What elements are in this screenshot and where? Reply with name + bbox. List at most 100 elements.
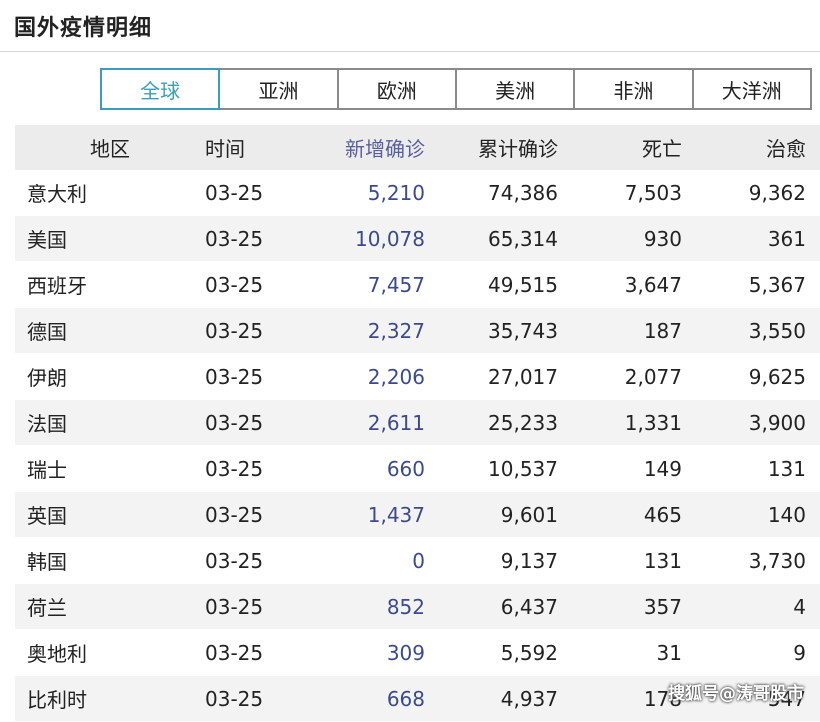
- cell-new-confirmed: 852: [386, 594, 425, 619]
- tab-oceania[interactable]: 大洋洲: [691, 68, 812, 110]
- table-row[interactable]: 奥地利 03-25 309 5,592 31 9: [15, 629, 820, 676]
- cell-deaths: 7,503: [624, 180, 682, 205]
- cell-total-confirmed: 9,601: [500, 502, 558, 527]
- cell-deaths: 187: [643, 318, 682, 343]
- cell-total-confirmed: 6,437: [500, 594, 558, 619]
- cell-recovered: 361: [767, 226, 806, 251]
- cell-new-confirmed: 10,078: [355, 226, 425, 251]
- table-row[interactable]: 伊朗 03-25 2,206 27,017 2,077 9,625: [15, 353, 820, 400]
- cell-deaths: 465: [643, 502, 682, 527]
- cell-region: 比利时: [27, 688, 87, 712]
- table-row[interactable]: 法国 03-25 2,611 25,233 1,331 3,900: [15, 399, 820, 446]
- cell-time: 03-25: [205, 640, 264, 665]
- cell-total-confirmed: 65,314: [488, 226, 558, 251]
- tab-europe[interactable]: 欧洲: [336, 68, 457, 110]
- cell-total-confirmed: 49,515: [488, 272, 558, 297]
- cell-region: 伊朗: [27, 366, 67, 390]
- cell-total-confirmed: 10,537: [488, 456, 558, 481]
- cell-region: 法国: [27, 412, 67, 436]
- tab-global[interactable]: 全球: [100, 68, 221, 110]
- cell-region: 西班牙: [27, 274, 87, 298]
- cell-recovered: 9,625: [748, 364, 806, 389]
- table-header-row: 地区 时间 新增确诊 累计确诊 死亡 治愈: [15, 125, 820, 170]
- cell-new-confirmed: 7,457: [367, 272, 425, 297]
- header-total-confirmed[interactable]: 累计确诊: [425, 125, 558, 170]
- cell-region: 荷兰: [27, 596, 67, 620]
- cell-total-confirmed: 4,937: [500, 686, 558, 711]
- epidemic-table: 地区 时间 新增确诊 累计确诊 死亡 治愈 意大利 03-25 5,210 74,38…: [15, 125, 820, 722]
- cell-recovered: 140: [767, 502, 806, 527]
- table-row[interactable]: 瑞士 03-25 660 10,537 149 131: [15, 445, 820, 492]
- title-bar: 国外疫情明细: [0, 0, 820, 52]
- tab-asia[interactable]: 亚洲: [218, 68, 339, 110]
- cell-time: 03-25: [205, 180, 264, 205]
- table-row[interactable]: 韩国 03-25 0 9,137 131 3,730: [15, 537, 820, 584]
- cell-new-confirmed: 5,210: [367, 180, 425, 205]
- cell-recovered: 9: [793, 640, 806, 665]
- header-region[interactable]: 地区: [15, 125, 205, 170]
- cell-time: 03-25: [205, 272, 264, 297]
- cell-time: 03-25: [205, 318, 264, 343]
- cell-time: 03-25: [205, 226, 264, 251]
- cell-time: 03-25: [205, 594, 264, 619]
- cell-time: 03-25: [205, 410, 264, 435]
- cell-deaths: 131: [643, 548, 682, 573]
- cell-region: 奥地利: [27, 642, 87, 666]
- cell-deaths: 149: [643, 456, 682, 481]
- cell-region: 德国: [27, 320, 67, 344]
- cell-total-confirmed: 27,017: [488, 364, 558, 389]
- header-deaths[interactable]: 死亡: [558, 125, 682, 170]
- cell-total-confirmed: 9,137: [500, 548, 558, 573]
- continent-tabs: 全球 亚洲 欧洲 美洲 非洲 大洋洲: [100, 68, 812, 110]
- cell-region: 英国: [27, 504, 67, 528]
- cell-time: 03-25: [205, 548, 264, 573]
- cell-time: 03-25: [205, 456, 264, 481]
- table-row[interactable]: 荷兰 03-25 852 6,437 357 4: [15, 583, 820, 630]
- cell-new-confirmed: 660: [386, 456, 425, 481]
- tab-americas[interactable]: 美洲: [454, 68, 576, 110]
- table-row[interactable]: 英国 03-25 1,437 9,601 465 140: [15, 491, 820, 538]
- cell-total-confirmed: 35,743: [488, 318, 558, 343]
- cell-new-confirmed: 668: [386, 686, 425, 711]
- cell-time: 03-25: [205, 502, 264, 527]
- cell-new-confirmed: 2,206: [367, 364, 425, 389]
- cell-recovered: 3,550: [748, 318, 806, 343]
- tab-africa[interactable]: 非洲: [573, 68, 694, 110]
- cell-region: 瑞士: [27, 458, 67, 482]
- cell-deaths: 178: [643, 686, 682, 711]
- cell-time: 03-25: [205, 364, 264, 389]
- cell-deaths: 1,331: [624, 410, 682, 435]
- cell-recovered: 131: [767, 456, 806, 481]
- cell-new-confirmed: 2,611: [367, 410, 425, 435]
- table-row[interactable]: 意大利 03-25 5,210 74,386 7,503 9,362: [15, 170, 820, 216]
- cell-region: 美国: [27, 228, 67, 252]
- cell-new-confirmed: 309: [386, 640, 425, 665]
- cell-new-confirmed: 0: [412, 548, 425, 573]
- cell-total-confirmed: 25,233: [488, 410, 558, 435]
- cell-deaths: 2,077: [624, 364, 682, 389]
- header-new-confirmed[interactable]: 新增确诊: [325, 125, 425, 170]
- cell-recovered: 5,367: [748, 272, 806, 297]
- watermark-text: 搜狐号@涛哥股市: [668, 684, 804, 704]
- cell-new-confirmed: 1,437: [367, 502, 425, 527]
- table-body: 意大利 03-25 5,210 74,386 7,503 9,362 美国 03-25 10,0…: [15, 170, 820, 722]
- cell-recovered: 3,900: [748, 410, 806, 435]
- header-time[interactable]: 时间: [205, 125, 325, 170]
- table-row[interactable]: 美国 03-25 10,078 65,314 930 361: [15, 215, 820, 262]
- cell-deaths: 930: [643, 226, 682, 251]
- cell-recovered: 3,730: [748, 548, 806, 573]
- cell-recovered: 9,362: [748, 180, 806, 205]
- cell-total-confirmed: 74,386: [488, 180, 558, 205]
- cell-deaths: 357: [643, 594, 682, 619]
- page-title: 国外疫情明细: [14, 16, 153, 41]
- cell-deaths: 31: [656, 640, 682, 665]
- cell-recovered: 4: [793, 594, 806, 619]
- table-row[interactable]: 德国 03-25 2,327 35,743 187 3,550: [15, 307, 820, 354]
- cell-total-confirmed: 5,592: [500, 640, 558, 665]
- cell-region: 意大利: [27, 182, 87, 206]
- cell-region: 韩国: [27, 550, 67, 574]
- cell-new-confirmed: 2,327: [367, 318, 425, 343]
- table-row[interactable]: 西班牙 03-25 7,457 49,515 3,647 5,367: [15, 261, 820, 308]
- cell-deaths: 3,647: [624, 272, 682, 297]
- header-recovered[interactable]: 治愈: [682, 125, 820, 170]
